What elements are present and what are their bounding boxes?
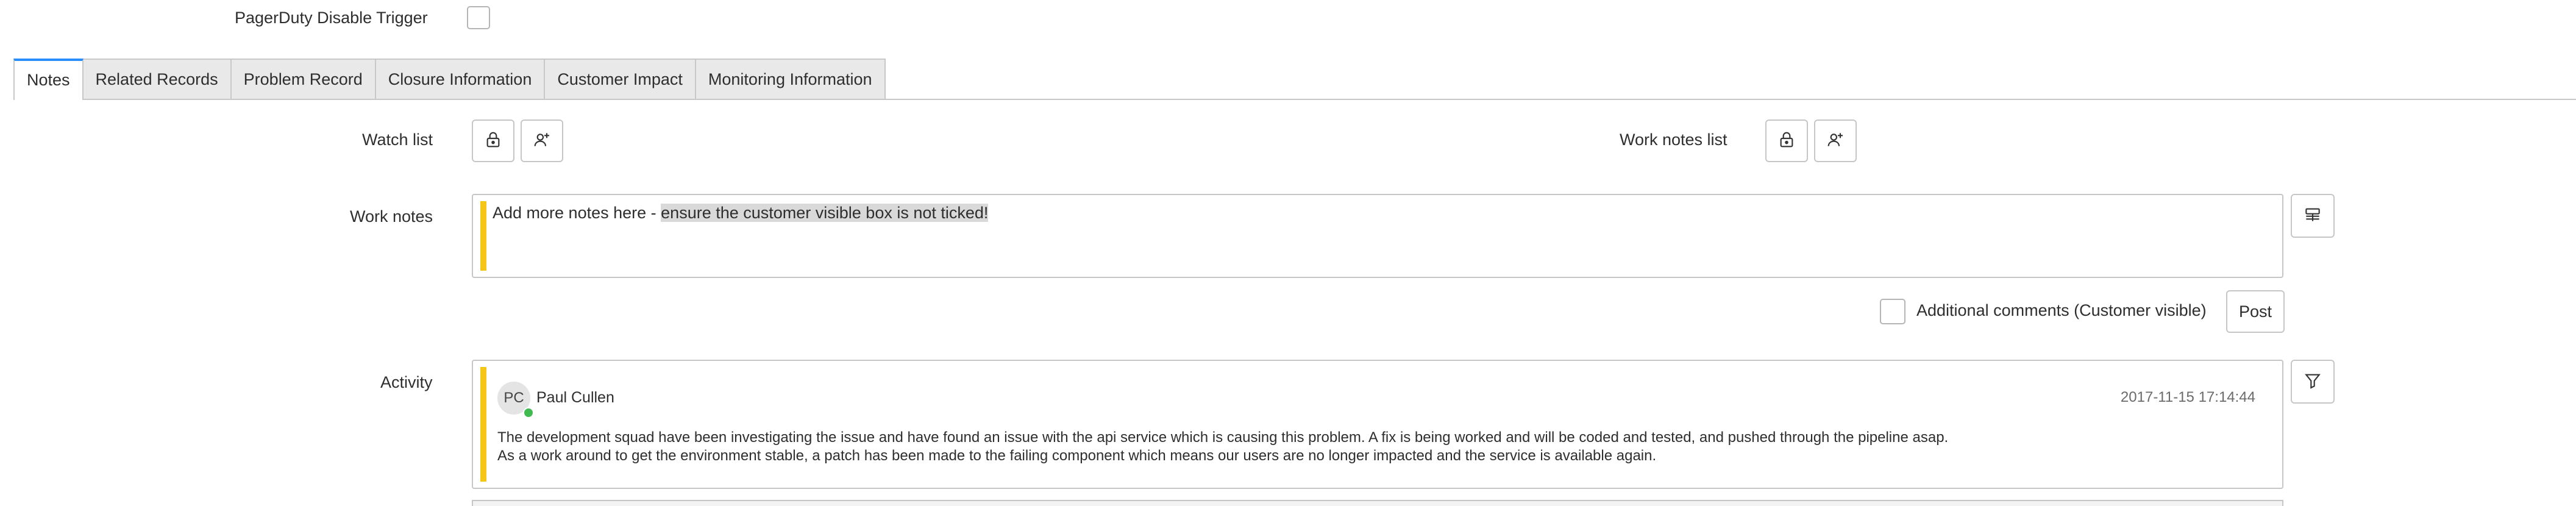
activity-author[interactable]: Paul Cullen [536,389,614,407]
activity-timestamp: 2017-11-15 17:14:44 [2120,389,2255,405]
activity-filter-button[interactable] [2291,360,2335,404]
work-notes-list-add-user-button[interactable] [1814,119,1857,162]
lock-icon [483,130,503,152]
work-notes-list-label: Work notes list [1620,130,1727,149]
incident-form-notes-section: PagerDuty Disable Trigger Notes Related … [0,0,2576,506]
activity-entry: PC Paul Cullen 2017-11-15 17:14:44 The d… [472,360,2283,489]
work-notes-indicator-bar [480,201,486,271]
work-notes-value: Add more notes here - ensure the custome… [493,204,989,223]
tab-monitoring-information[interactable]: Monitoring Information [696,59,886,99]
work-notes-label: Work notes [350,207,433,226]
pagerduty-disable-trigger-checkbox[interactable] [467,6,490,29]
pagerduty-disable-trigger-label: PagerDuty Disable Trigger [235,9,428,27]
work-notes-list-lock-button[interactable] [1765,119,1808,162]
tab-closure-information[interactable]: Closure Information [375,59,546,99]
add-user-icon [532,130,552,152]
work-notes-text: Add more notes here - [493,204,661,222]
watch-list-label: Watch list [362,130,433,149]
activity-text-line-1: The development squad have been investig… [497,429,1949,446]
activity-entry-indicator-bar [480,367,486,482]
additional-comments-label: Additional comments (Customer visible) [1916,301,2207,319]
tab-divider [13,99,2576,100]
lock-icon [1777,130,1796,152]
tab-customer-impact[interactable]: Customer Impact [545,59,696,99]
filter-icon [2303,371,2322,393]
active-tab-divider-gap [15,99,82,100]
post-button[interactable]: Post [2226,290,2285,333]
add-user-icon [1826,130,1845,152]
tab-related-records[interactable]: Related Records [83,59,232,99]
template-icon [2303,205,2322,227]
watch-list-add-user-button[interactable] [521,119,563,162]
activity-label: Activity [380,373,433,391]
tab-notes[interactable]: Notes [13,59,84,100]
additional-comments-checkbox[interactable] [1880,299,1905,324]
activity-text-line-2: As a work around to get the environment … [497,447,1657,464]
presence-online-icon [523,407,534,418]
next-activity-entry [472,500,2283,506]
work-notes-template-button[interactable] [2291,194,2335,238]
watch-list-lock-button[interactable] [472,119,514,162]
work-notes-textarea[interactable]: Add more notes here - ensure the custome… [472,194,2283,278]
form-tabs: Notes Related Records Problem Record Clo… [13,59,886,100]
work-notes-selected-text: ensure the customer visible box is not t… [661,204,989,222]
tab-problem-record[interactable]: Problem Record [231,59,376,99]
